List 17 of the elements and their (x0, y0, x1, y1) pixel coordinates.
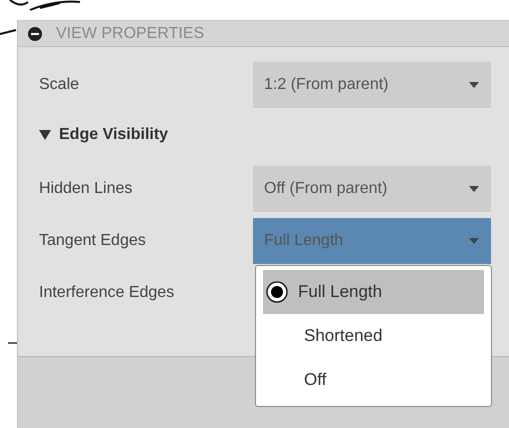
menu-option[interactable]: Off (263, 358, 484, 402)
menu-option[interactable]: Shortened (263, 314, 484, 358)
field-label: Scale (39, 76, 80, 94)
dropdown[interactable]: Off (From parent) (253, 166, 491, 212)
panel-title: VIEW PROPERTIES (56, 24, 204, 42)
collapse-icon[interactable] (28, 26, 42, 40)
caret-down-icon (39, 130, 51, 140)
dropdown[interactable]: 1:2 (From parent) (253, 62, 491, 108)
caret-icon (469, 238, 479, 244)
caret-icon (469, 82, 479, 88)
field-label: Interference Edges (39, 284, 176, 302)
field-label: Hidden Lines (39, 180, 134, 198)
menu-option[interactable]: Full Length (263, 270, 484, 314)
caret-icon (469, 186, 479, 192)
radio-selected-icon (266, 281, 288, 303)
field-label: Tangent Edges (39, 232, 147, 250)
section-header[interactable]: Edge Visibility (39, 126, 168, 144)
